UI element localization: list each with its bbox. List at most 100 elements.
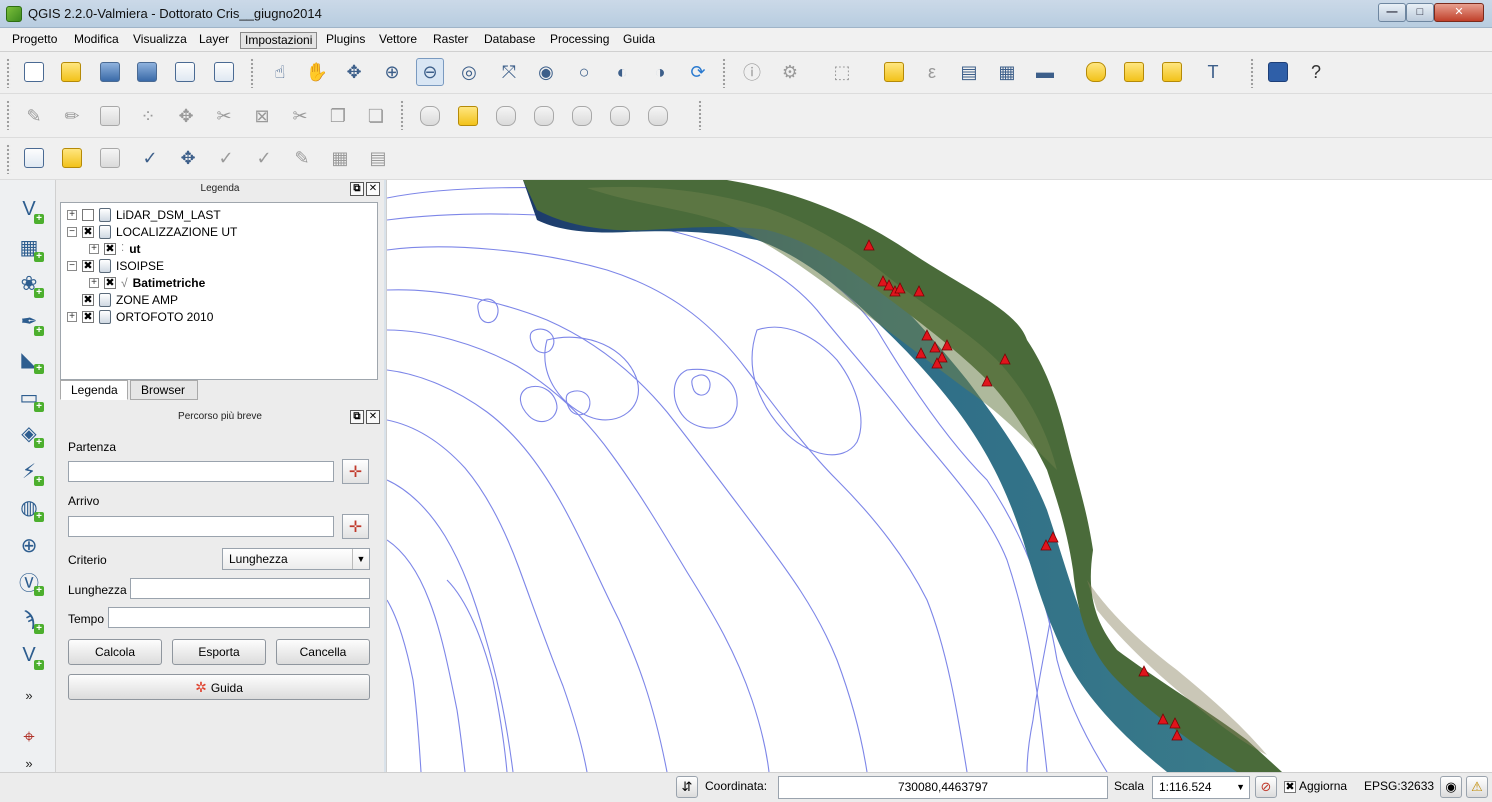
- float-dock-button[interactable]: ⧉: [350, 182, 364, 196]
- layer-visibility-checkbox[interactable]: ✖: [104, 276, 116, 289]
- close-dock-button[interactable]: ✕: [366, 410, 380, 424]
- new-spatialite-icon[interactable]: ✥: [174, 144, 202, 172]
- add-wcs-layer-icon[interactable]: ⚡ +: [14, 456, 44, 486]
- maximize-button[interactable]: □: [1406, 3, 1434, 22]
- toolbar-grip[interactable]: [250, 58, 255, 88]
- new-temp-layer-icon[interactable]: V +: [14, 640, 44, 670]
- pan-to-selection-icon[interactable]: ✥: [340, 58, 368, 86]
- messages-icon[interactable]: ⚠: [1466, 776, 1488, 798]
- add-raster-layer-icon[interactable]: ▦ +: [14, 232, 44, 262]
- layer-item[interactable]: + ✖ √ Batimetriche: [89, 274, 205, 291]
- zoom-native-icon[interactable]: ◎: [455, 58, 483, 86]
- toggle-editing-icon[interactable]: ✏: [58, 102, 86, 130]
- tempo-field[interactable]: [108, 607, 370, 628]
- toolbar-grip[interactable]: [6, 100, 11, 130]
- tab-legenda[interactable]: Legenda: [60, 380, 128, 400]
- move-feature-icon[interactable]: ✥: [172, 102, 200, 130]
- add-gpx-layer-icon[interactable]: ϡ +: [14, 604, 44, 634]
- menu-processing[interactable]: Processing: [546, 32, 613, 49]
- change-label-icon[interactable]: [644, 102, 672, 130]
- close-dock-button[interactable]: ✕: [366, 182, 380, 196]
- zoom-full-icon[interactable]: ⤧: [495, 58, 523, 86]
- more-icon[interactable]: »: [14, 680, 44, 710]
- layer-visibility-checkbox[interactable]: ✖: [82, 293, 94, 306]
- refresh-icon[interactable]: ⟳: [684, 58, 712, 86]
- db-manager-add-icon[interactable]: [58, 144, 86, 172]
- cut-features-icon[interactable]: ✂: [286, 102, 314, 130]
- zoom-next-icon[interactable]: ◑: [646, 58, 674, 86]
- menu-guida[interactable]: Guida: [619, 32, 659, 49]
- add-feature-icon[interactable]: ⁘: [134, 102, 162, 130]
- stop-render-icon[interactable]: ⊘: [1255, 776, 1277, 798]
- expand-toggle-icon[interactable]: +: [67, 209, 77, 220]
- toolbar-grip[interactable]: [6, 58, 11, 88]
- rotate-label-icon[interactable]: [606, 102, 634, 130]
- map-tips-icon[interactable]: [1082, 58, 1110, 86]
- pin-label-icon[interactable]: [492, 102, 520, 130]
- layer-visibility-checkbox[interactable]: ✖: [82, 259, 94, 272]
- pan-icon[interactable]: ✋: [303, 58, 331, 86]
- whats-this-icon[interactable]: ?: [1302, 58, 1330, 86]
- layer-item[interactable]: + LiDAR_DSM_LAST: [67, 206, 221, 223]
- save-as-icon[interactable]: [133, 58, 161, 86]
- zoom-last-icon[interactable]: ◐: [608, 58, 636, 86]
- node-tool-icon[interactable]: ✂: [210, 102, 238, 130]
- minimize-button[interactable]: —: [1378, 3, 1406, 22]
- action-icon[interactable]: ⚙: [776, 58, 804, 86]
- open-project-icon[interactable]: [57, 58, 85, 86]
- layer-group[interactable]: − ✖ LOCALIZZAZIONE UT: [67, 223, 237, 240]
- guida-button[interactable]: ✲ Guida: [68, 674, 370, 700]
- touch-zoom-icon[interactable]: ☝: [266, 58, 294, 86]
- layer-visibility-checkbox[interactable]: [82, 208, 94, 221]
- map-canvas[interactable]: [386, 180, 1492, 772]
- add-wfs-layer-icon[interactable]: ◍ +: [14, 492, 44, 522]
- menu-visualizza[interactable]: Visualizza: [129, 32, 191, 49]
- menu-vettore[interactable]: Vettore: [375, 32, 421, 49]
- zoom-to-layer-icon[interactable]: ○: [570, 58, 598, 86]
- float-dock-button[interactable]: ⧉: [350, 410, 364, 424]
- merge-shapefiles-icon[interactable]: ✓: [250, 144, 278, 172]
- deselect-icon[interactable]: [880, 58, 908, 86]
- toolbar-grip[interactable]: [400, 100, 405, 130]
- calcola-button[interactable]: Calcola: [68, 639, 162, 665]
- menu-modifica[interactable]: Modifica: [70, 32, 123, 49]
- layer-item[interactable]: + ✖ ORTOFOTO 2010: [67, 308, 213, 325]
- text-annotation-icon[interactable]: T: [1199, 58, 1227, 86]
- delete-selected-icon[interactable]: ⊠: [248, 102, 276, 130]
- composer-manager-icon[interactable]: [210, 58, 238, 86]
- new-gpx-icon[interactable]: ✓: [212, 144, 240, 172]
- menu-plugins[interactable]: Plugins: [322, 32, 369, 49]
- menu-progetto[interactable]: Progetto: [8, 32, 61, 49]
- add-wms-layer-icon[interactable]: ◈ +: [14, 418, 44, 448]
- expand-toggle-icon[interactable]: +: [89, 277, 99, 288]
- layer-group[interactable]: − ✖ ISOIPSE: [67, 257, 164, 274]
- layer-visibility-checkbox[interactable]: ✖: [82, 225, 94, 238]
- add-postgis-layer-icon[interactable]: ❀ +: [14, 268, 44, 298]
- collapse-toggle-icon[interactable]: −: [67, 226, 77, 237]
- help-icon[interactable]: [1264, 58, 1292, 86]
- esporta-button[interactable]: Esporta: [172, 639, 266, 665]
- new-project-icon[interactable]: [20, 58, 48, 86]
- db-manager-remove-icon[interactable]: [96, 144, 124, 172]
- measure-icon[interactable]: ▬: [1031, 58, 1059, 86]
- coordinate-field[interactable]: 730080,4463797: [778, 776, 1108, 799]
- add-mssql-layer-icon[interactable]: ◣ +: [14, 344, 44, 374]
- zoom-in-icon[interactable]: ⊕: [378, 58, 406, 86]
- lunghezza-field[interactable]: [130, 578, 370, 599]
- menu-impostazioni[interactable]: Impostazioni: [240, 32, 318, 49]
- identify-icon[interactable]: ⓘ: [738, 58, 766, 86]
- add-oracle-layer-icon[interactable]: ▭ +: [14, 382, 44, 412]
- render-toggle[interactable]: ✖ Aggiorna: [1280, 776, 1351, 799]
- add-delimited-text-icon[interactable]: ⊕: [14, 530, 44, 560]
- layer-visibility-checkbox[interactable]: ✖: [104, 242, 116, 255]
- field-calculator-icon[interactable]: ▦: [993, 58, 1021, 86]
- scale-combobox[interactable]: 1:116.524 ▼: [1152, 776, 1250, 799]
- save-edits-icon[interactable]: [96, 102, 124, 130]
- current-edits-icon[interactable]: ✎: [20, 102, 48, 130]
- paste-features-icon[interactable]: ❏: [362, 102, 390, 130]
- menu-layer[interactable]: Layer: [195, 32, 233, 49]
- toolbar-grip[interactable]: [1250, 58, 1255, 88]
- grid-icon[interactable]: ▦: [326, 144, 354, 172]
- toolbar-grip[interactable]: [698, 100, 703, 130]
- toolbar-grip[interactable]: [6, 144, 11, 174]
